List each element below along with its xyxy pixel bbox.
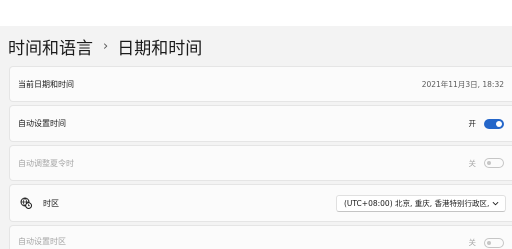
auto-timezone-label: 自动设置时区	[18, 237, 66, 246]
timezone-dropdown[interactable]: (UTC+08:00) 北京, 重庆, 香港特别行政区,	[336, 194, 506, 212]
current-datetime-card: 当前日期和时间 2021年11月3日, 18:32	[9, 66, 512, 102]
auto-time-toggle-group: 开	[468, 118, 504, 129]
auto-dst-card: 自动调整夏令时 关	[9, 145, 512, 181]
date-time-settings-page: 时间和语言 › 日期和时间 当前日期和时间 2021年11月3日, 18:32 …	[0, 0, 512, 249]
auto-timezone-toggle-group: 关	[468, 237, 504, 248]
breadcrumb-separator-icon: ›	[103, 38, 109, 54]
auto-dst-state-text: 关	[468, 158, 477, 168]
globe-clock-icon	[20, 197, 32, 209]
toggle-knob	[487, 161, 491, 165]
current-datetime-label: 当前日期和时间	[18, 79, 74, 89]
timezone-label: 时区	[43, 198, 59, 208]
auto-time-card: 自动设置时间 开	[9, 105, 512, 142]
breadcrumb-parent-time-language[interactable]: 时间和语言	[8, 34, 93, 59]
auto-time-state-text: 开	[468, 119, 477, 128]
breadcrumb: 时间和语言 › 日期和时间	[8, 34, 203, 59]
timezone-card: 时区 (UTC+08:00) 北京, 重庆, 香港特别行政区,	[9, 184, 512, 222]
auto-time-toggle[interactable]	[484, 118, 504, 129]
auto-dst-toggle[interactable]	[484, 158, 504, 168]
title-bar	[0, 0, 512, 26]
chevron-down-icon	[492, 201, 499, 205]
page-title: 日期和时间	[117, 38, 203, 59]
toggle-knob	[496, 120, 502, 127]
auto-timezone-state-text: 关	[468, 238, 477, 247]
auto-timezone-toggle[interactable]	[484, 237, 504, 248]
auto-time-label: 自动设置时间	[18, 119, 66, 128]
auto-dst-label: 自动调整夏令时	[18, 158, 74, 168]
toggle-knob	[487, 240, 491, 245]
auto-dst-toggle-group: 关	[468, 158, 504, 169]
current-datetime-value: 2021年11月3日, 18:32	[421, 79, 504, 89]
auto-timezone-card: 自动设置时区 关	[9, 225, 512, 249]
timezone-selected-value: (UTC+08:00) 北京, 重庆, 香港特别行政区,	[344, 198, 490, 208]
